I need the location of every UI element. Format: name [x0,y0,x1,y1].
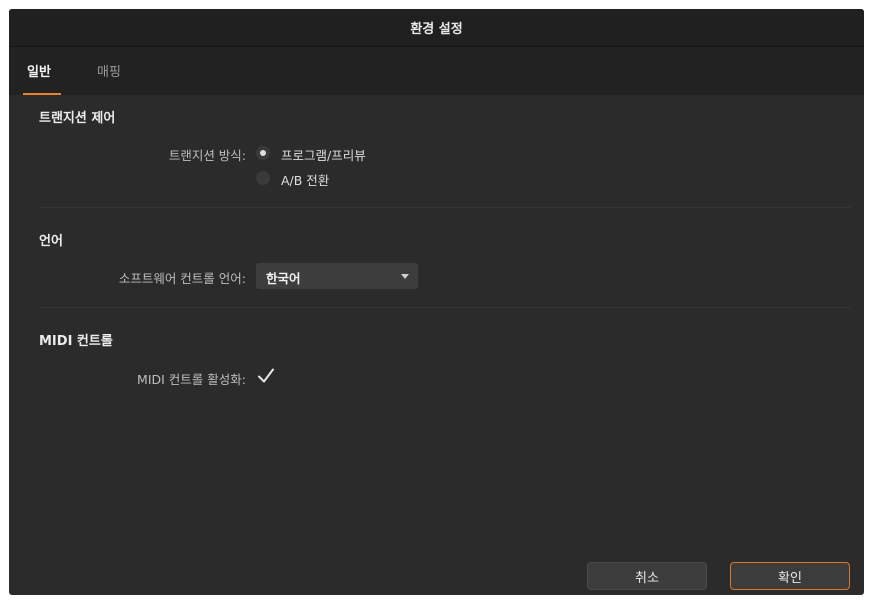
preferences-window: 환경 설정 일반 매핑 트랜지션 제어 트랜지션 방식: 프로그램/프리뷰 A/… [9,9,864,595]
radio-ab-direct-label[interactable]: A/B 전환 [281,170,329,189]
transition-style-label: 트랜지션 방식: [168,148,246,163]
checkmark-icon [258,368,274,383]
midi-enable-checkbox[interactable] [257,367,275,385]
ok-button[interactable]: 확인 [730,562,850,590]
midi-section-title: MIDI 컨트롤 [39,334,113,349]
radio-ab-direct[interactable] [256,171,270,185]
language-label: 소프트웨어 컨트롤 언어: [118,271,246,286]
section-divider [39,207,851,208]
midi-enable-label: MIDI 컨트롤 활성화: [137,372,246,387]
active-tab-indicator [23,93,61,95]
radio-program-preview-label[interactable]: 프로그램/프리뷰 [281,145,366,164]
window-title: 환경 설정 [9,9,864,47]
language-select[interactable]: 한국어 [256,263,418,289]
language-section-title: 언어 [39,234,63,249]
tab-bar: 일반 매핑 [9,47,864,95]
tab-mapping[interactable]: 매핑 [97,61,121,80]
cancel-button[interactable]: 취소 [587,562,707,590]
chevron-down-icon [401,274,409,279]
section-divider [39,307,851,308]
transition-section-title: 트랜지션 제어 [39,111,116,126]
radio-program-preview[interactable] [256,146,270,160]
tab-general[interactable]: 일반 [27,61,51,80]
language-select-value: 한국어 [266,271,301,286]
